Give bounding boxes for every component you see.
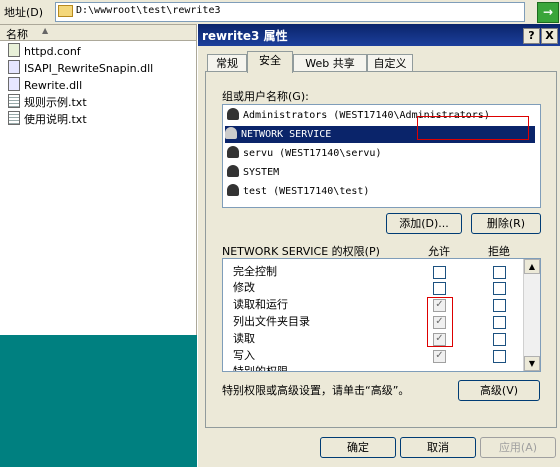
user-name: test (WEST17140\test) [243, 186, 370, 197]
deny-header: 拒绝 [488, 245, 510, 258]
deny-checkbox[interactable] [493, 299, 506, 312]
user-icon [227, 184, 239, 196]
allow-checkbox[interactable] [433, 266, 446, 279]
allow-checkbox-checked[interactable]: ✓ [433, 350, 446, 363]
deny-checkbox[interactable] [493, 333, 506, 346]
user-name: SYSTEM [243, 167, 280, 178]
groups-label: 组或用户名称(G): [222, 90, 309, 103]
tab-general[interactable]: 常规 [207, 54, 247, 72]
properties-dialog: rewrite3 属性 ? X 常规 安全 Web 共享 自定义 组或用户名称(… [197, 24, 560, 467]
highlight-box [427, 297, 453, 347]
add-button[interactable]: 添加(D)... [386, 213, 462, 234]
permission-label: 完全控制 [233, 265, 277, 278]
list-item[interactable]: SYSTEM [227, 164, 279, 181]
address-path: D:\wwwroot\test\rewrite3 [76, 5, 221, 16]
list-item[interactable]: ISAPI_RewriteSnapin.dll [8, 60, 153, 76]
permission-label: 修改 [233, 281, 255, 294]
ok-button[interactable]: 确定 [320, 437, 396, 458]
column-header-name[interactable]: 名称 ▲ [0, 25, 196, 41]
column-name-label: 名称 [6, 28, 28, 41]
cancel-button[interactable]: 取消 [400, 437, 476, 458]
dll-file-icon [8, 60, 20, 74]
dll-file-icon [8, 77, 20, 91]
allow-header: 允许 [428, 245, 450, 258]
address-label: 地址(D) [4, 6, 44, 19]
deny-checkbox[interactable] [493, 266, 506, 279]
user-group-icon [227, 165, 239, 177]
file-name: 使用说明.txt [24, 113, 87, 126]
scroll-down-icon[interactable]: ▼ [524, 356, 540, 371]
sort-ascending-icon: ▲ [42, 26, 49, 35]
permissions-header: NETWORK SERVICE 的权限(P) [222, 245, 380, 258]
tab-web-sharing[interactable]: Web 共享 [293, 54, 367, 72]
file-name: ISAPI_RewriteSnapin.dll [24, 62, 154, 75]
folder-icon [58, 5, 73, 17]
go-arrow-icon[interactable]: → [537, 2, 559, 23]
permission-label: 特别的权限 [233, 365, 288, 372]
advanced-hint: 特别权限或高级设置，请单击“高级”。 [222, 384, 410, 397]
apply-button[interactable]: 应用(A) [480, 437, 556, 458]
highlight-box [417, 116, 529, 140]
title-bar[interactable]: rewrite3 属性 ? X [198, 24, 560, 46]
tab-custom[interactable]: 自定义 [367, 54, 413, 72]
user-icon [227, 146, 239, 158]
user-name: NETWORK SERVICE [241, 129, 332, 140]
permission-label: 读取和运行 [233, 298, 288, 311]
list-item[interactable]: servu (WEST17140\servu) [227, 145, 381, 162]
file-name: 规则示例.txt [24, 96, 87, 109]
list-item[interactable]: test (WEST17140\test) [227, 183, 369, 200]
permission-label: 读取 [233, 332, 255, 345]
permission-label: 写入 [233, 349, 255, 362]
tab-security[interactable]: 安全 [247, 51, 293, 73]
dialog-title: rewrite3 属性 [202, 29, 288, 43]
user-name: servu (WEST17140\servu) [243, 148, 382, 159]
list-item[interactable]: 使用说明.txt [8, 111, 87, 127]
permission-label: 列出文件夹目录 [233, 315, 310, 328]
address-bar: 地址(D) D:\wwwroot\test\rewrite3 ▼ → [0, 0, 560, 25]
deny-checkbox[interactable] [493, 316, 506, 329]
user-group-icon [225, 127, 237, 139]
list-item[interactable]: Rewrite.dll [8, 77, 82, 93]
scroll-up-icon[interactable]: ▲ [524, 259, 540, 274]
file-list-panel: 名称 ▲ httpd.conf ISAPI_RewriteSnapin.dll … [0, 25, 197, 335]
scrollbar[interactable]: ▲ ▼ [523, 259, 540, 371]
address-input[interactable]: D:\wwwroot\test\rewrite3 ▼ [55, 2, 525, 22]
conf-file-icon [8, 43, 20, 57]
help-button[interactable]: ? [523, 28, 540, 44]
text-file-icon [8, 94, 20, 108]
user-group-icon [227, 108, 239, 120]
deny-checkbox[interactable] [493, 282, 506, 295]
file-name: httpd.conf [24, 45, 81, 58]
advanced-button[interactable]: 高级(V) [458, 380, 540, 401]
list-item[interactable]: httpd.conf [8, 43, 81, 59]
file-name: Rewrite.dll [24, 79, 83, 92]
remove-button[interactable]: 删除(R) [471, 213, 541, 234]
close-button[interactable]: X [541, 28, 558, 44]
text-file-icon [8, 111, 20, 125]
deny-checkbox[interactable] [493, 350, 506, 363]
list-item[interactable]: 规则示例.txt [8, 94, 87, 110]
permissions-list: 完全控制 修改 读取和运行 ✓ 列出文件夹目录 ✓ 读取 ✓ 写入 ✓ 特别的权… [222, 258, 541, 372]
allow-checkbox[interactable] [433, 282, 446, 295]
